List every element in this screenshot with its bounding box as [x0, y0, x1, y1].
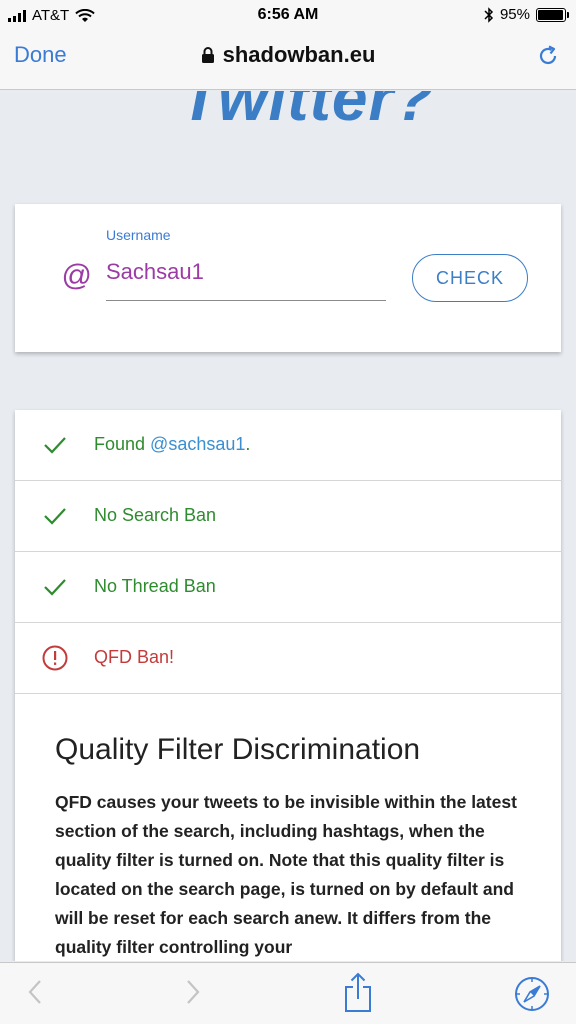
qfd-description: QFD causes your tweets to be invisible w…: [55, 792, 517, 957]
battery-info: 95%: [484, 6, 569, 23]
compass-icon: [515, 977, 549, 1011]
open-in-safari-button[interactable]: [514, 976, 550, 1017]
carrier-label: AT&T: [32, 7, 70, 24]
battery-icon: [536, 7, 569, 22]
at-icon: @: [61, 259, 92, 292]
username-input[interactable]: [106, 259, 386, 285]
result-suffix: .: [245, 434, 251, 454]
done-button[interactable]: Done: [14, 42, 67, 68]
back-button[interactable]: [24, 975, 48, 1014]
result-text-thread-ban: No Thread Ban: [94, 576, 216, 596]
url-bar: shadowban.eu: [0, 42, 576, 68]
browser-nav-bar: Done shadowban.eu: [0, 32, 576, 90]
result-label: Found: [94, 434, 151, 454]
profile-link[interactable]: @sachsau1: [150, 434, 245, 454]
result-text-qfd-ban: QFD Ban!: [94, 647, 175, 667]
wifi-icon: [75, 8, 95, 22]
forward-button[interactable]: [180, 975, 204, 1014]
url-text[interactable]: shadowban.eu: [223, 42, 376, 68]
reload-icon: [539, 45, 557, 65]
result-text-search-ban: No Search Ban: [94, 505, 217, 525]
chevron-right-icon: [187, 980, 200, 1004]
battery-percent: 95%: [499, 6, 530, 23]
input-underline: [106, 300, 386, 301]
browser-toolbar: [0, 962, 576, 1024]
result-row-thread-ban: No Thread Ban: [15, 552, 561, 623]
checkmark-icon: [44, 579, 66, 596]
result-row-search-ban: No Search Ban: [15, 481, 561, 552]
check-button[interactable]: CHECK: [412, 254, 528, 302]
share-icon: [345, 972, 371, 1012]
logo-text: Twitter?: [180, 91, 435, 134]
signal-icon: [8, 9, 26, 22]
alert-circle-icon: [42, 645, 68, 671]
status-bar: AT&T 6:56 AM 95%: [0, 0, 576, 32]
share-button[interactable]: [342, 971, 374, 1018]
result-text-found: Found @sachsau1.: [94, 434, 250, 455]
username-card: Username @ CHECK: [15, 204, 561, 352]
qfd-heading: Quality Filter Discrimination: [55, 733, 421, 766]
bluetooth-icon: [484, 6, 494, 23]
lock-icon: [201, 47, 214, 63]
checkmark-icon: [44, 508, 66, 525]
username-label: Username: [106, 227, 171, 243]
carrier-info: AT&T: [8, 7, 95, 24]
reload-button[interactable]: [536, 44, 560, 73]
chevron-left-icon: [28, 980, 41, 1004]
checkmark-icon: [44, 437, 66, 454]
web-page: Twitter? Username @ CHECK Found @sachsau…: [0, 91, 576, 961]
results-card: Found @sachsau1. No Search Ban No Thread…: [15, 410, 561, 961]
result-row-qfd-ban: QFD Ban!: [15, 623, 561, 694]
result-row-found: Found @sachsau1.: [15, 410, 561, 481]
